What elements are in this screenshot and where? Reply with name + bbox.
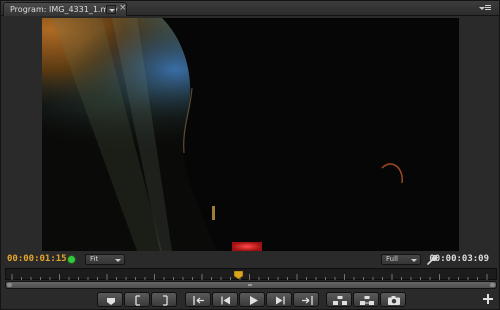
- sequence-dropdown[interactable]: [106, 5, 116, 14]
- mark-out-button[interactable]: [151, 292, 177, 307]
- current-timecode[interactable]: 00:00:01:15: [7, 254, 67, 264]
- ruler-ticks: [11, 274, 488, 280]
- step-back-icon: [221, 296, 230, 305]
- program-tab[interactable]: Program: IMG_4331_1.mov ×: [3, 2, 127, 16]
- camera-icon: [388, 296, 400, 305]
- program-monitor-panel: Program: IMG_4331_1.mov × 00:00:01:15 Fi…: [0, 0, 500, 310]
- lift-button[interactable]: [326, 292, 352, 307]
- status-dot-icon: [68, 256, 75, 263]
- video-frame[interactable]: [42, 18, 459, 251]
- program-tab-label: Program: IMG_4331_1.mov: [10, 5, 118, 14]
- zoom-level-select[interactable]: Fit: [85, 254, 125, 265]
- panel-menu-icon[interactable]: [479, 4, 491, 13]
- step-forward-icon: [276, 296, 285, 305]
- go-to-out-button[interactable]: [293, 292, 319, 307]
- step-forward-button[interactable]: [266, 292, 292, 307]
- mark-out-icon: [163, 295, 168, 306]
- mark-in-button[interactable]: [124, 292, 150, 307]
- plus-icon[interactable]: [482, 293, 494, 305]
- export-frame-button[interactable]: [380, 292, 406, 307]
- playback-resolution-select[interactable]: Full: [381, 254, 421, 265]
- playback-resolution-value: Full: [386, 255, 398, 263]
- go-to-out-icon: [302, 296, 313, 305]
- close-icon[interactable]: ×: [119, 3, 127, 13]
- zoom-level-value: Fit: [90, 255, 99, 263]
- extract-icon: [360, 296, 374, 305]
- panel-header: Program: IMG_4331_1.mov ×: [1, 1, 499, 16]
- duration-timecode: 00:00:03:09: [429, 254, 489, 264]
- marker-icon: [107, 298, 115, 305]
- go-to-in-icon: [193, 296, 204, 305]
- play-icon: [250, 296, 258, 305]
- go-to-in-button[interactable]: [185, 292, 211, 307]
- add-marker-button[interactable]: [97, 292, 123, 307]
- mark-in-icon: [135, 295, 140, 306]
- lift-icon: [333, 296, 347, 305]
- playhead-icon[interactable]: [234, 271, 244, 279]
- time-ruler[interactable]: [5, 268, 497, 280]
- step-back-button[interactable]: [212, 292, 238, 307]
- zoom-bar-center-handle[interactable]: [248, 284, 252, 286]
- extract-button[interactable]: [353, 292, 379, 307]
- video-image: [42, 18, 459, 251]
- play-button[interactable]: [239, 292, 265, 307]
